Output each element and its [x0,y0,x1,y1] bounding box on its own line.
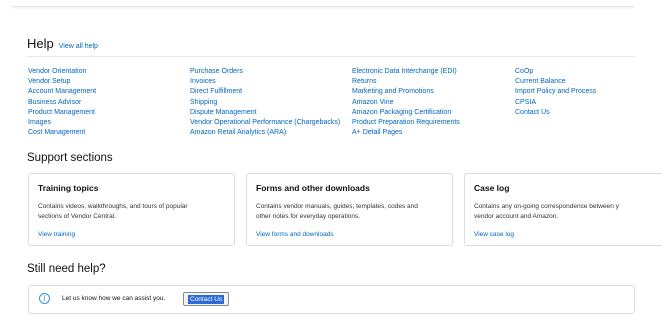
help-link-vendor-setup[interactable]: Vendor Setup [28,77,96,87]
help-link-business-advisor[interactable]: Business Advisor [28,98,96,108]
info-icon: i [39,293,50,304]
help-links-column-2: Purchase Orders Invoices Direct Fulfillm… [190,67,340,138]
help-link-vendor-operational-performance[interactable]: Vendor Operational Performance (Chargeba… [190,118,340,128]
help-link-amazon-retail-analytics[interactable]: Amazon Retail Analytics (ARA) [190,128,340,138]
help-link-cost-management[interactable]: Cost Management [28,128,96,138]
help-link-dispute-management[interactable]: Dispute Management [190,108,340,118]
help-link-shipping[interactable]: Shipping [190,98,340,108]
card-description-line: other notes for everyday operations. [256,213,361,220]
help-link-edi[interactable]: Electronic Data Interchange (EDI) [352,67,460,77]
card-description-line: Contains any on-going correspondence bet… [474,203,619,210]
card-title: Forms and other downloads [256,183,370,193]
card-description-line: Contains vendor manuals, guides, templat… [256,203,418,210]
help-link-product-management[interactable]: Product Management [28,108,96,118]
view-case-log-link[interactable]: View case log [474,231,514,238]
card-description: Contains vendor manuals, guides, templat… [256,202,444,222]
contact-us-button[interactable]: Contact Us [183,292,230,306]
help-link-marketing-promotions[interactable]: Marketing and Promotions [352,87,460,97]
help-link-import-policy[interactable]: Import Policy and Process [515,87,596,97]
top-shadow [12,7,634,10]
help-link-purchase-orders[interactable]: Purchase Orders [190,67,340,77]
card-description-line: sections of Vendor Central. [38,213,117,220]
card-description-line: Contains videos, walkthroughs, and tours… [38,203,188,210]
help-links-column-1: Vendor Orientation Vendor Setup Account … [28,67,96,138]
help-divider [27,56,635,57]
help-link-direct-fulfillment[interactable]: Direct Fulfillment [190,87,340,97]
help-link-contact-us[interactable]: Contact Us [515,108,596,118]
help-link-returns[interactable]: Returns [352,77,460,87]
assist-box: i Let us know how we can assist you. Con… [28,285,635,314]
help-link-cpsia[interactable]: CPSIA [515,98,596,108]
help-link-current-balance[interactable]: Current Balance [515,77,596,87]
help-links-column-4: CoOp Current Balance Import Policy and P… [515,67,596,118]
card-title: Training topics [38,183,99,193]
help-link-invoices[interactable]: Invoices [190,77,340,87]
card-description: Contains any on-going correspondence bet… [474,202,662,222]
assist-message: Let us know how we can assist you. [62,295,166,302]
support-sections-title: Support sections [27,152,113,164]
help-link-product-preparation[interactable]: Product Preparation Requirements [352,118,460,128]
card-description-line: vendor account and Amazon. [474,213,559,220]
forms-downloads-card: Forms and other downloads Contains vendo… [246,173,453,246]
help-link-account-management[interactable]: Account Management [28,87,96,97]
help-link-packaging-certification[interactable]: Amazon Packaging Certification [352,108,460,118]
help-links-column-3: Electronic Data Interchange (EDI) Return… [352,67,460,138]
help-header: Help View all help [27,36,98,51]
view-training-link[interactable]: View training [38,231,75,238]
view-all-help-link[interactable]: View all help [59,43,98,50]
help-link-a-plus-detail-pages[interactable]: A+ Detail Pages [352,128,460,138]
view-forms-downloads-link[interactable]: View forms and downloads [256,231,334,238]
case-log-card: Case log Contains any on-going correspon… [464,173,662,246]
help-link-images[interactable]: Images [28,118,96,128]
help-link-amazon-vine[interactable]: Amazon Vine [352,98,460,108]
training-topics-card: Training topics Contains videos, walkthr… [28,173,235,246]
help-link-coop[interactable]: CoOp [515,67,596,77]
still-need-help-title: Still need help? [27,263,106,275]
card-description: Contains videos, walkthroughs, and tours… [38,202,226,222]
contact-us-button-label: Contact Us [188,294,225,304]
help-title: Help [27,36,54,51]
card-title: Case log [474,183,510,193]
help-link-vendor-orientation[interactable]: Vendor Orientation [28,67,96,77]
